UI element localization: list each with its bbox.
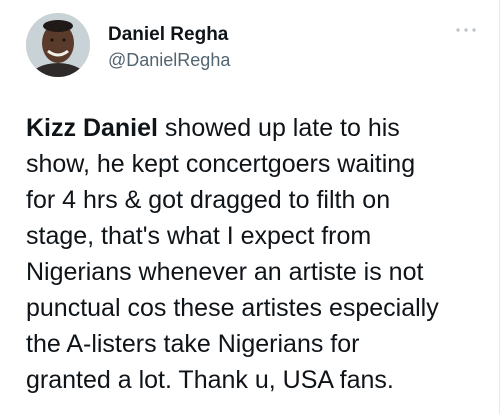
tweet-text-line: stage, that's what I expect from <box>26 222 372 250</box>
tweet-card: Daniel Regha @DanielRegha Kizz Daniel sh… <box>0 0 500 414</box>
author-display-name[interactable]: Daniel Regha <box>108 24 228 46</box>
tweet-text-line: show, he kept concertgoers waiting <box>26 150 416 178</box>
tweet-bold-lead: Kizz Daniel <box>26 114 158 142</box>
tweet-text-line: punctual cos these artistes especially <box>26 294 439 322</box>
tweet-text-segment: showed up late to his <box>157 114 400 142</box>
tweet-text: Kizz Daniel showed up late to his show, … <box>26 110 496 398</box>
author-handle[interactable]: @DanielRegha <box>108 50 230 71</box>
profile-photo-icon <box>26 13 90 77</box>
more-horizontal-icon[interactable] <box>455 26 477 34</box>
tweet-text-line: Kizz Daniel showed up late to his <box>26 110 496 146</box>
tweet-text-line: for 4 hrs & got dragged to filth on <box>26 186 391 214</box>
avatar[interactable] <box>26 13 90 77</box>
tweet-text-line: Nigerians whenever an artiste is not <box>26 258 424 286</box>
tweet-text-line: the A-listers take Nigerians for <box>26 330 360 358</box>
tweet-text-line: granted a lot. Thank u, USA fans. <box>26 366 394 394</box>
